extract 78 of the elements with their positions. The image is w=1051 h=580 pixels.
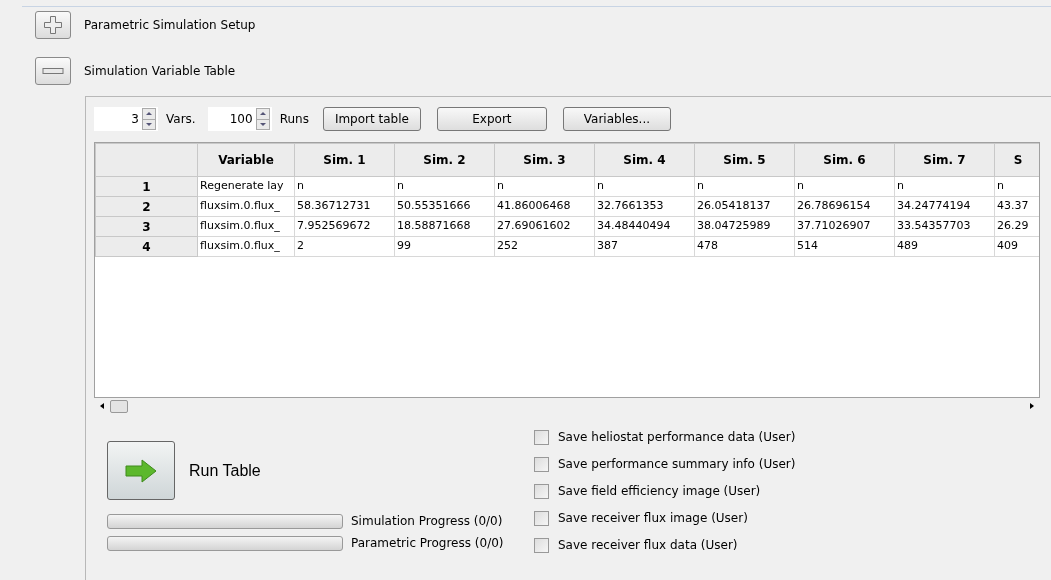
variables-button[interactable]: Variables... bbox=[562, 107, 671, 131]
progress-label: Simulation Progress (0/0) bbox=[351, 513, 503, 530]
table-cell: 99 bbox=[394, 236, 495, 257]
table-cell: n bbox=[494, 176, 595, 197]
scroll-right-icon[interactable] bbox=[1030, 403, 1034, 409]
table-cell: 489 bbox=[894, 236, 995, 257]
column-header[interactable]: Sim. 4 bbox=[594, 143, 695, 177]
table-cell: n bbox=[694, 176, 795, 197]
row-header[interactable]: 3 bbox=[95, 216, 198, 237]
spin-arrows-icon[interactable] bbox=[255, 108, 270, 130]
option-label: Save heliostat performance data (User) bbox=[558, 429, 796, 446]
expand-button[interactable] bbox=[35, 11, 71, 39]
table-cell: 478 bbox=[694, 236, 795, 257]
scroll-thumb[interactable] bbox=[110, 399, 128, 413]
checkbox[interactable] bbox=[534, 456, 549, 472]
run-table-button[interactable]: Run Table bbox=[107, 441, 261, 500]
table-cell: 34.24774194 bbox=[894, 196, 995, 217]
table-cell: n bbox=[594, 176, 695, 197]
table-cell: 34.48440494 bbox=[594, 216, 695, 237]
option-label: Save field efficiency image (User) bbox=[558, 483, 761, 500]
column-header[interactable]: Sim. 1 bbox=[294, 143, 395, 177]
minus-icon bbox=[42, 67, 64, 75]
runs-label: Runs bbox=[279, 111, 309, 128]
checkbox[interactable] bbox=[534, 510, 549, 526]
table-cell: 33.54357703 bbox=[894, 216, 995, 237]
section-title: Simulation Variable Table bbox=[84, 63, 236, 80]
option-label: Save performance summary info (User) bbox=[558, 456, 796, 473]
table-cell: 50.55351666 bbox=[394, 196, 495, 217]
scroll-left-icon[interactable] bbox=[100, 403, 104, 409]
table-cell: 252 bbox=[494, 236, 595, 257]
column-header[interactable]: Variable bbox=[197, 143, 295, 177]
vars-label: Vars. bbox=[166, 111, 196, 128]
table-cell: 38.04725989 bbox=[694, 216, 795, 237]
spin-arrows-icon[interactable] bbox=[142, 108, 156, 130]
row-header[interactable]: 1 bbox=[95, 176, 198, 197]
table-cell: Regenerate lay bbox=[197, 176, 295, 197]
table-cell: 27.69061602 bbox=[494, 216, 595, 237]
import-table-button[interactable]: Import table bbox=[322, 107, 421, 131]
row-header[interactable]: 2 bbox=[95, 196, 198, 217]
table-cell: 26.78696154 bbox=[794, 196, 895, 217]
table-cell: fluxsim.0.flux_ bbox=[197, 236, 295, 257]
checkbox[interactable] bbox=[534, 429, 549, 445]
progress-label: Parametric Progress (0/0) bbox=[351, 535, 504, 552]
table-cell: 58.36712731 bbox=[294, 196, 395, 217]
table-cell: n bbox=[894, 176, 995, 197]
table-cell: 7.952569672 bbox=[294, 216, 395, 237]
arrow-right-icon bbox=[124, 458, 158, 483]
checkbox[interactable] bbox=[534, 537, 549, 553]
table-cell: 32.7661353 bbox=[594, 196, 695, 217]
column-header[interactable]: S bbox=[994, 143, 1039, 177]
run-icon-button[interactable] bbox=[107, 441, 175, 500]
plus-icon bbox=[43, 15, 63, 35]
table-cell: 514 bbox=[794, 236, 895, 257]
table-cell: 41.86006468 bbox=[494, 196, 595, 217]
column-header[interactable]: Sim. 5 bbox=[694, 143, 795, 177]
table-cell: 18.58871668 bbox=[394, 216, 495, 237]
option-label: Save receiver flux data (User) bbox=[558, 537, 738, 554]
table-cell: 2 bbox=[294, 236, 395, 257]
table-cell: fluxsim.0.flux_ bbox=[197, 196, 295, 217]
table-cell: fluxsim.0.flux_ bbox=[197, 216, 295, 237]
table-cell: 387 bbox=[594, 236, 695, 257]
column-header[interactable]: Sim. 7 bbox=[894, 143, 995, 177]
column-header[interactable]: Sim. 6 bbox=[794, 143, 895, 177]
table-cell: n bbox=[394, 176, 495, 197]
number-spinner[interactable]: 3 bbox=[94, 107, 158, 131]
table-cell: 37.71026907 bbox=[794, 216, 895, 237]
checkbox[interactable] bbox=[534, 483, 549, 499]
number-spinner[interactable]: 100 bbox=[207, 107, 272, 131]
table-cell: n bbox=[794, 176, 895, 197]
option-label: Save receiver flux image (User) bbox=[558, 510, 748, 527]
row-header[interactable]: 4 bbox=[95, 236, 198, 257]
table-cell: n bbox=[294, 176, 395, 197]
column-header[interactable]: Sim. 2 bbox=[394, 143, 495, 177]
export-button[interactable]: Export bbox=[436, 107, 547, 131]
table-cell: 26.05418137 bbox=[694, 196, 795, 217]
column-header[interactable]: Sim. 3 bbox=[494, 143, 595, 177]
section-title: Parametric Simulation Setup bbox=[84, 17, 256, 34]
collapse-button[interactable] bbox=[35, 57, 71, 85]
